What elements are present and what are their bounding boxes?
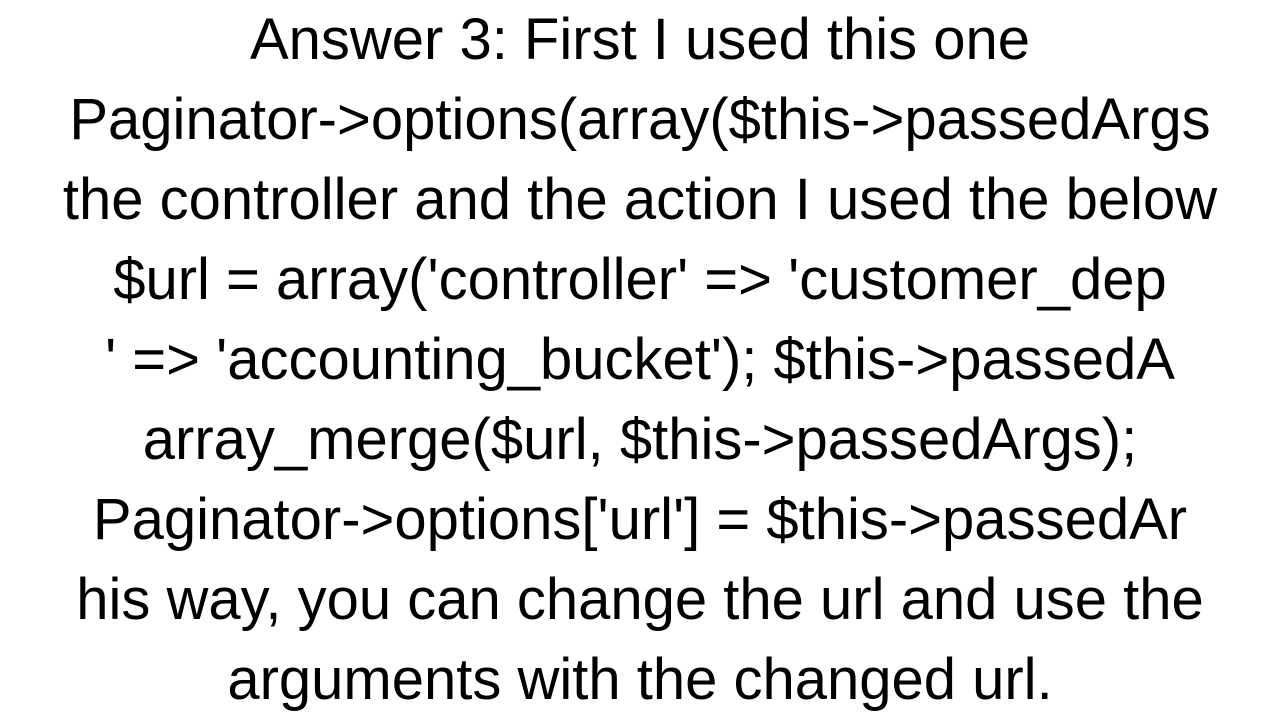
text-line-1: Answer 3: First I used this one [0, 0, 1280, 80]
text-line-4: $url = array('controller' => 'customer_d… [0, 240, 1280, 320]
text-line-5: ' => 'accounting_bucket'); $this->passed… [0, 320, 1280, 400]
text-line-2: Paginator->options(array($this->passedAr… [0, 80, 1280, 160]
text-line-6: array_merge($url, $this->passedArgs); [0, 400, 1280, 480]
text-line-8: his way, you can change the url and use … [0, 560, 1280, 640]
answer-text-block: Answer 3: First I used this one Paginato… [0, 0, 1280, 720]
text-line-9: arguments with the changed url. [0, 640, 1280, 720]
text-line-7: Paginator->options['url'] = $this->passe… [0, 480, 1280, 560]
text-line-3: the controller and the action I used the… [0, 160, 1280, 240]
